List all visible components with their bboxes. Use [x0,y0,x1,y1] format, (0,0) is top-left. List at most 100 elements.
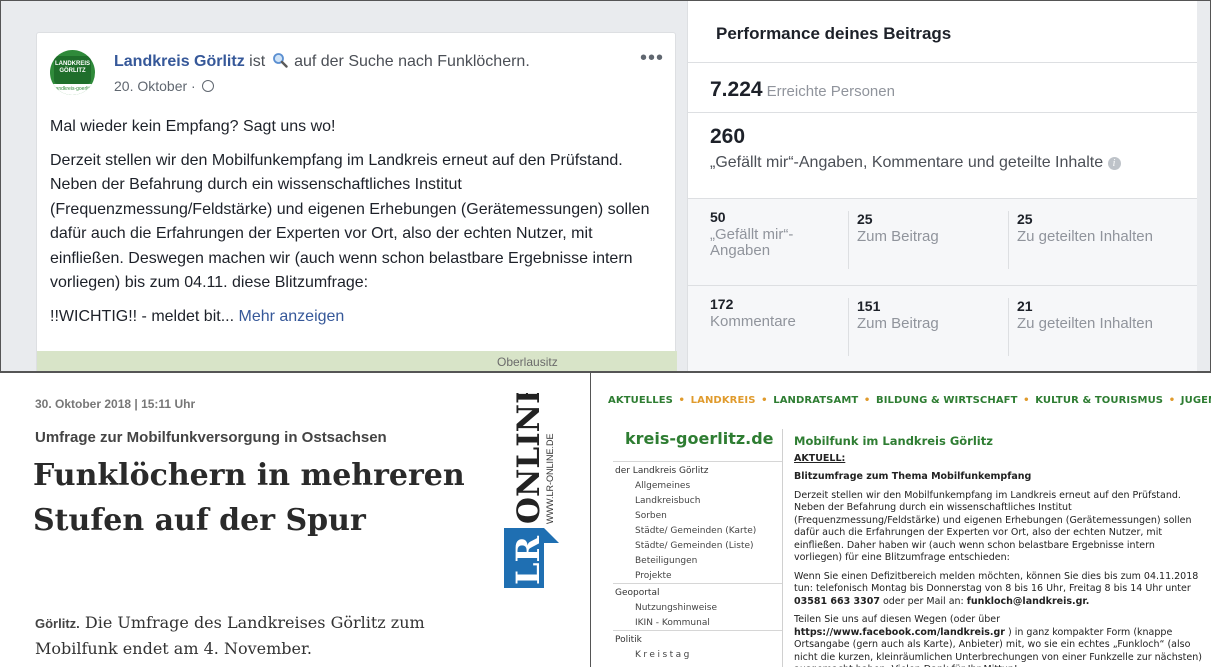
post-meta: 20. Oktober · [114,78,214,94]
post-paragraph-1: Mal wieder kein Empfang? Sagt uns wo! [50,118,336,135]
avatar-line-1: LANDKREIS [54,61,90,67]
engagement-value: 260 [710,125,746,148]
site-logo[interactable]: kreis-goerlitz.de [613,429,782,461]
sidebar-group[interactable]: der Landkreis Görlitz [613,461,782,478]
post-date[interactable]: 20. Oktober · [114,78,196,94]
stat-label: Kommentare [710,313,796,330]
nav-item-landkreis[interactable]: LANDKREIS [691,395,756,406]
sidebar-menu: der Landkreis Görlitz Allgemeines Landkrei… [613,461,782,662]
post-paragraph-3: !!WICHTIG!! - meldet bit... Mehr anzeige… [50,305,650,330]
article-date: 30. Oktober 2018 | 15:11 Uhr [35,397,196,411]
more-options-button[interactable]: ••• [640,47,664,70]
sidebar-item[interactable]: Städte/ Gemeinden (Karte) [613,523,782,538]
nav-separator: • [1023,395,1030,406]
comments-row: 172 Kommentare 151 Zum Beitrag 21 Zu geteil… [688,286,1197,371]
performance-title: Performance deines Beitrags [688,1,1197,63]
main-content: Mobilfunk im Landkreis Görlitz AKTUELL: … [794,435,1204,667]
nav-separator: • [863,395,871,406]
article-dateline: Görlitz. [35,616,80,631]
avatar-line-2: GÖRLITZ [59,68,86,74]
paragraph-text: Teilen Sie uns auf diesen Wegen (oder üb… [794,614,1001,625]
sidebar-group[interactable]: Politik [613,630,782,647]
stat-label: „Gefällt mir“-Angaben [710,226,794,259]
nav-item-jugend-gesundheit[interactable]: JUGEND & GESUNI [1181,395,1211,406]
paragraph-text: Wenn Sie einen Defizitbereich melden möc… [794,570,1199,595]
sidebar-item[interactable]: Sorben [613,508,782,523]
avatar[interactable]: LANDKREIS GÖRLITZ Landkreis-goerlitz [50,50,95,95]
email-link[interactable]: funkloch@landkreis.gr. [967,596,1090,607]
status-prefix: ist [249,53,266,70]
article-headline: Funklöchern in mehreren Stufen auf der S… [33,458,465,538]
article-kicker: Umfrage zur Mobilfunkversorgung in Ostsa… [35,429,387,446]
post-text: Mal wieder kein Empfang? Sagt uns wo! De… [50,115,650,338]
stat-cell: 151 Zum Beitrag [848,298,1008,356]
sidebar-item[interactable]: Projekte [613,568,782,583]
content-paragraph-1: Derzeit stellen wir den Mobilfunkempfang… [794,489,1192,564]
logo-letters: LR [509,536,547,586]
sidebar-item[interactable]: Städte/ Gemeinden (Liste) [613,538,782,553]
engagement-breakdown: 50 „Gefällt mir“-Angaben 25 Zum Beitrag 25… [688,199,1197,371]
section-label: AKTUELL: [794,452,846,464]
reach-value: 7.224 [710,78,763,101]
nav-item-aktuelles[interactable]: AKTUELLES [608,395,673,406]
top-navigation: AKTUELLES • LANDKREIS • LANDRATSAMT • BI… [608,395,1211,406]
post-truncated-text: !!WICHTIG!! - meldet bit... [50,307,235,325]
sidebar: kreis-goerlitz.de der Landkreis Görlitz A… [613,429,783,667]
stat-label: Zum Beitrag [857,228,939,245]
stat-cell: 21 Zu geteilten Inhalten [1008,298,1168,356]
stat-label: Zum Beitrag [857,315,939,332]
sidebar-item[interactable]: Allgemeines [613,478,782,493]
performance-panel: Performance deines Beitrags 7.224 Erreich… [687,1,1197,371]
globe-icon [201,80,214,92]
sidebar-item[interactable]: Kreistag [613,647,782,662]
avatar-footer: Landkreis-goerlitz [50,84,95,95]
stat-value: 50 [710,209,726,225]
nav-item-kultur-tourismus[interactable]: KULTUR & TOURISMUS [1035,395,1163,406]
phone-number: 03581 663 3307 [794,595,880,607]
content-paragraph-3: Teilen Sie uns auf diesen Wegen (oder üb… [794,614,1204,667]
stat-label: Zu geteilten Inhalten [1017,228,1153,245]
page-title: Mobilfunk im Landkreis Görlitz [794,434,993,448]
article-lead-text: Die Umfrage des Landkreises Görlitz zum … [35,613,425,658]
page-name-link[interactable]: Landkreis Görlitz [114,53,245,70]
engagement-stat: 260 „Gefällt mir“-Angaben, Kommentare un… [688,113,1197,199]
sidebar-group[interactable]: Geoportal [613,583,782,600]
stat-cell: 172 Kommentare [688,296,848,371]
nav-item-landratsamt[interactable]: LANDRATSAMT [773,395,858,406]
reach-stat: 7.224 Erreichte Personen [688,63,1197,113]
facebook-link[interactable]: https://www.facebook.com/landkreis.gr [794,627,1005,638]
sidebar-item[interactable]: Nutzungshinweise [613,600,782,615]
logo-url: WWW.LR-ONLINE.DE [545,433,555,524]
status-suffix: auf der Suche nach Funklöchern. [294,53,530,70]
reach-label: Erreichte Personen [766,83,895,100]
nav-item-bildung-wirtschaft[interactable]: BILDUNG & WIRTSCHAFT [876,395,1018,406]
sidebar-item[interactable]: Landkreisbuch [613,493,782,508]
lr-online-logo[interactable]: LR ONLINE WWW.LR-ONLINE.DE [503,393,561,593]
nav-separator: • [1168,395,1176,406]
logo-word: ONLINE [511,393,547,524]
sidebar-item[interactable]: Beteiligungen [613,553,782,568]
map-preview[interactable]: Oberlausitz [37,351,677,371]
paragraph-text: oder per Mail an: [882,595,964,607]
show-more-link[interactable]: Mehr anzeigen [238,308,344,325]
sidebar-item[interactable]: IKIN - Kommunal [613,615,782,630]
stat-label: Zu geteilten Inhalten [1017,315,1153,332]
nav-separator: • [761,395,768,406]
nav-separator: • [678,395,686,406]
info-icon[interactable]: i [1107,157,1121,170]
likes-row: 50 „Gefällt mir“-Angaben 25 Zum Beitrag 25… [688,199,1197,286]
avatar-logo: LANDKREIS GÖRLITZ [54,56,91,84]
stat-cell: 50 „Gefällt mir“-Angaben [688,209,848,285]
content-paragraph-2: Wenn Sie einen Defizitbereich melden möc… [794,571,1204,609]
stat-cell: 25 Zu geteilten Inhalten [1008,211,1168,269]
stat-value: 172 [710,296,734,312]
post-headline: Landkreis Görlitz ist auf der Suche nach… [114,52,530,73]
stat-value: 25 [1017,211,1033,227]
article-lead: Görlitz. Die Umfrage des Landkreises Gör… [35,610,485,661]
map-label: Oberlausitz [497,355,558,369]
stat-value: 151 [857,298,881,314]
facebook-screenshot: LANDKREIS GÖRLITZ Landkreis-goerlitz Lan… [0,0,1211,372]
stat-cell: 25 Zum Beitrag [848,211,1008,269]
stat-value: 21 [1017,298,1033,314]
subheading: Blitzumfrage zum Thema Mobilfunkempfang [794,471,1032,482]
